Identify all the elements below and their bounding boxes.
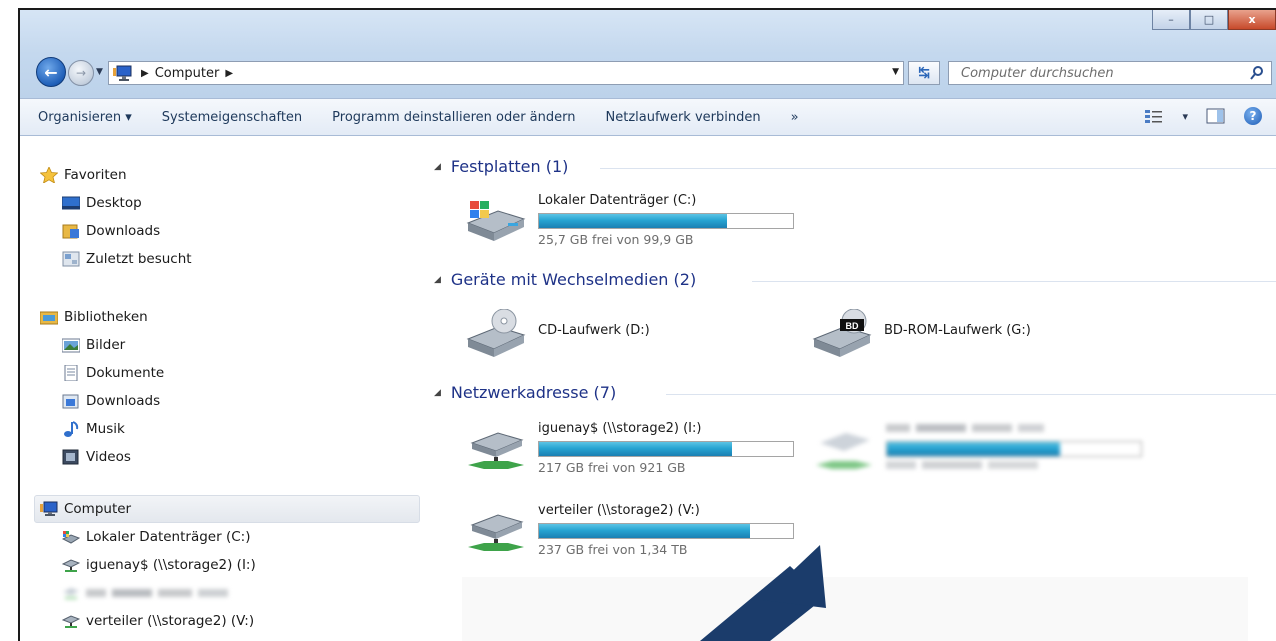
annotation-arrow xyxy=(700,545,826,641)
